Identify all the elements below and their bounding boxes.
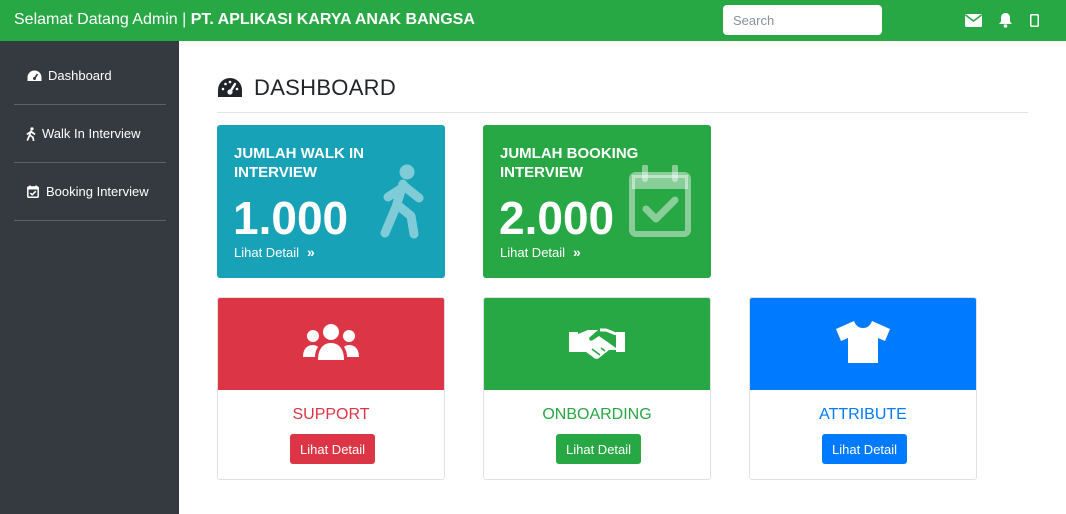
stat-label: JUMLAH BOOKING INTERVIEW: [500, 145, 639, 181]
stat-value: 1.000: [233, 192, 349, 244]
sidebar-item-dashboard[interactable]: Dashboard: [14, 47, 166, 105]
sidebar-item-booking-interview[interactable]: Booking Interview: [14, 163, 166, 221]
welcome-text: Selamat Datang Admin |: [14, 11, 191, 28]
card-header: [750, 298, 976, 390]
stat-label: JUMLAH WALK IN INTERVIEW: [234, 145, 364, 181]
dashboard-icon: [217, 77, 243, 99]
stat-detail-text: Lihat Detail: [500, 244, 566, 260]
bell-icon[interactable]: [996, 9, 1014, 31]
sidebar: Dashboard Walk In Interview Booking Inte…: [0, 41, 179, 514]
calendar-check-icon: [26, 184, 40, 200]
stat-walk-in-interview: JUMLAH WALK IN INTERVIEW 1.000 Lihat Det…: [217, 125, 445, 278]
card-header: [484, 298, 710, 390]
sidebar-item-label: Dashboard: [48, 68, 112, 83]
attribute-detail-button[interactable]: Lihat Detail: [822, 434, 908, 464]
card-header: [218, 298, 444, 390]
card-support: SUPPORT Lihat Detail: [217, 297, 445, 480]
company-name: PT. APLIKASI KARYA ANAK BANGSA: [190, 11, 475, 28]
stat-detail-text: Lihat Detail: [234, 244, 300, 260]
page-title: DASHBOARD: [254, 75, 397, 100]
card-title: ATTRIBUTE: [819, 406, 907, 423]
support-detail-button[interactable]: Lihat Detail: [290, 434, 376, 464]
calendar-check-icon: [629, 164, 691, 242]
sidebar-item-label: Booking Interview: [46, 184, 149, 199]
tshirt-icon: [835, 320, 891, 369]
brand-text: Selamat Datang Admin | PT. APLIKASI KARY…: [14, 11, 475, 29]
page-header: DASHBOARD: [217, 75, 1028, 113]
card-title: ONBOARDING: [542, 406, 652, 423]
walking-icon: [26, 126, 36, 142]
stat-detail-link[interactable]: Lihat Detail »: [234, 244, 315, 260]
top-navbar: Selamat Datang Admin | PT. APLIKASI KARY…: [0, 0, 1066, 41]
walking-icon: [379, 163, 427, 244]
onboarding-detail-button[interactable]: Lihat Detail: [556, 434, 642, 464]
card-attribute: ATTRIBUTE Lihat Detail: [749, 297, 977, 480]
card-onboarding: ONBOARDING Lihat Detail: [483, 297, 711, 480]
sidebar-item-walk-in-interview[interactable]: Walk In Interview: [14, 105, 166, 163]
handshake-icon: [568, 324, 626, 365]
search-input[interactable]: [723, 5, 882, 35]
dashboard-icon: [26, 68, 42, 84]
double-chevron-right-icon: »: [573, 244, 581, 260]
stat-value: 2.000: [499, 192, 615, 244]
double-chevron-right-icon: »: [307, 244, 315, 260]
mobile-icon[interactable]: [1026, 9, 1042, 31]
card-title: SUPPORT: [292, 406, 370, 423]
sidebar-item-label: Walk In Interview: [42, 126, 141, 141]
users-icon: [302, 322, 360, 367]
envelope-icon[interactable]: [964, 9, 982, 31]
stat-booking-interview: JUMLAH BOOKING INTERVIEW 2.000 Lihat Det…: [483, 125, 711, 278]
stat-detail-link[interactable]: Lihat Detail »: [500, 244, 581, 260]
